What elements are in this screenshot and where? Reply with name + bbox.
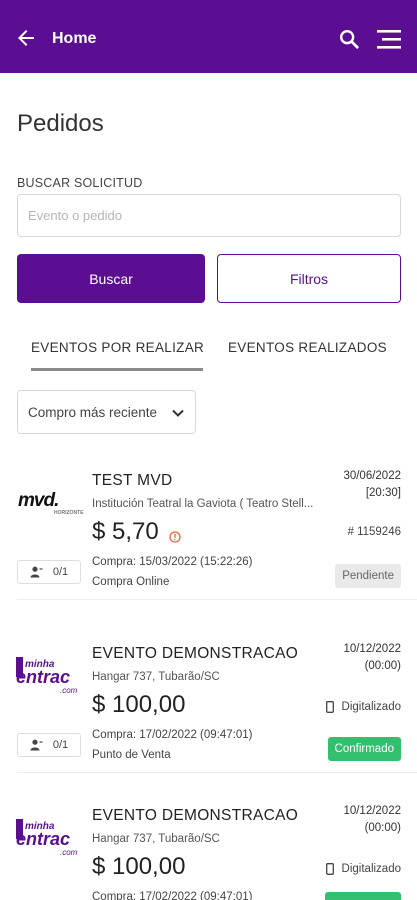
sort-selected-value: Compro más reciente	[28, 404, 158, 420]
svg-text:entrac: entrac	[16, 829, 70, 849]
ticket-quantity-value: 0/1	[52, 566, 69, 578]
delivery-type: Digitalizado	[325, 863, 401, 875]
order-card[interactable]: minha entrac .com EVENTO DEMONSTRACAO Ha…	[0, 775, 417, 900]
svg-text:.com: .com	[60, 686, 78, 695]
tab-past-events[interactable]: EVENTOS REALIZADOS	[228, 340, 387, 355]
menu-icon[interactable]	[377, 28, 401, 50]
card-divider	[17, 772, 417, 773]
user-icon	[30, 566, 43, 578]
event-date-day: 10/12/2022	[343, 643, 401, 655]
chevron-down-icon	[172, 409, 184, 417]
purchase-date: Compra: 17/02/2022 (09:47:01)	[92, 729, 253, 741]
order-card[interactable]: mvd. HORIZONTE 0/1 TEST MVD Institución …	[0, 440, 417, 600]
event-date: 10/12/2022 (00:00)	[343, 641, 401, 675]
svg-text:entrac: entrac	[16, 667, 70, 687]
order-number: # 1159246	[347, 526, 401, 538]
event-venue: Hangar 737, Tubarão/SC	[92, 833, 220, 845]
event-name: TEST MVD	[92, 472, 173, 489]
event-logo: mvd. HORIZONTE	[18, 490, 83, 516]
event-logo: minha entrac .com	[16, 657, 78, 695]
event-date-day: 10/12/2022	[343, 805, 401, 817]
event-name: EVENTO DEMONSTRACAO	[92, 645, 299, 662]
phone-icon	[325, 863, 334, 875]
filters-button[interactable]: Filtros	[217, 254, 401, 303]
card-divider	[17, 599, 417, 600]
status-badge: Pendiente	[335, 564, 401, 588]
tab-upcoming-events[interactable]: EVENTOS POR REALIZAR	[31, 340, 204, 355]
event-date-time: (00:00)	[364, 822, 401, 834]
event-name: EVENTO DEMONSTRACAO	[92, 807, 299, 824]
order-price: $ 5,70	[92, 518, 159, 545]
order-card[interactable]: minha entrac .com 0/1 EVENTO DEMONSTRACA…	[0, 613, 417, 773]
order-price: $ 100,00	[92, 691, 186, 718]
search-input[interactable]	[17, 194, 401, 237]
order-price: $ 100,00	[92, 853, 186, 880]
purchase-date: Compra: 15/03/2022 (15:22:26)	[92, 556, 253, 568]
search-button[interactable]: Buscar	[17, 254, 205, 303]
ticket-quantity: 0/1	[17, 560, 81, 584]
user-icon	[30, 739, 43, 751]
delivery-type-label: Digitalizado	[341, 701, 401, 713]
event-venue: Institución Teatral la Gaviota ( Teatro …	[92, 498, 314, 510]
svg-text:.com: .com	[60, 848, 78, 857]
status-badge: Confirmado	[327, 737, 401, 761]
event-logo-subtitle: HORIZONTE	[54, 510, 84, 516]
app-bar-title: Home	[52, 30, 97, 47]
active-tab-indicator	[31, 368, 203, 371]
delivery-type-label: Digitalizado	[341, 863, 401, 875]
sort-dropdown[interactable]: Compro más reciente	[17, 390, 196, 434]
back-arrow-icon[interactable]	[14, 26, 38, 50]
event-venue: Hangar 737, Tubarão/SC	[92, 671, 220, 683]
top-app-bar: Home	[0, 0, 417, 73]
ticket-quantity: 0/1	[17, 733, 81, 757]
ticket-quantity-value: 0/1	[52, 739, 69, 751]
purchase-channel: Compra Online	[92, 576, 170, 588]
phone-icon	[325, 701, 334, 713]
delivery-type: Digitalizado	[325, 701, 401, 713]
event-date: 10/12/2022 (00:00)	[343, 803, 401, 837]
event-logo: minha entrac .com	[16, 819, 78, 857]
purchase-channel: Punto de Venta	[92, 749, 171, 761]
event-date: 30/06/2022 [20:30]	[343, 468, 401, 502]
status-badge	[325, 892, 401, 900]
event-date-time: [20:30]	[365, 487, 401, 499]
search-icon[interactable]	[338, 28, 360, 50]
event-logo-text: mvd.	[18, 490, 59, 511]
page-title: Pedidos	[17, 110, 104, 137]
search-label: BUSCAR SOLICITUD	[17, 176, 143, 190]
event-date-day: 30/06/2022	[343, 470, 401, 482]
event-date-time: (00:00)	[364, 660, 401, 672]
warning-icon	[169, 531, 181, 543]
purchase-date: Compra: 17/02/2022 (09:47:01)	[92, 891, 253, 900]
